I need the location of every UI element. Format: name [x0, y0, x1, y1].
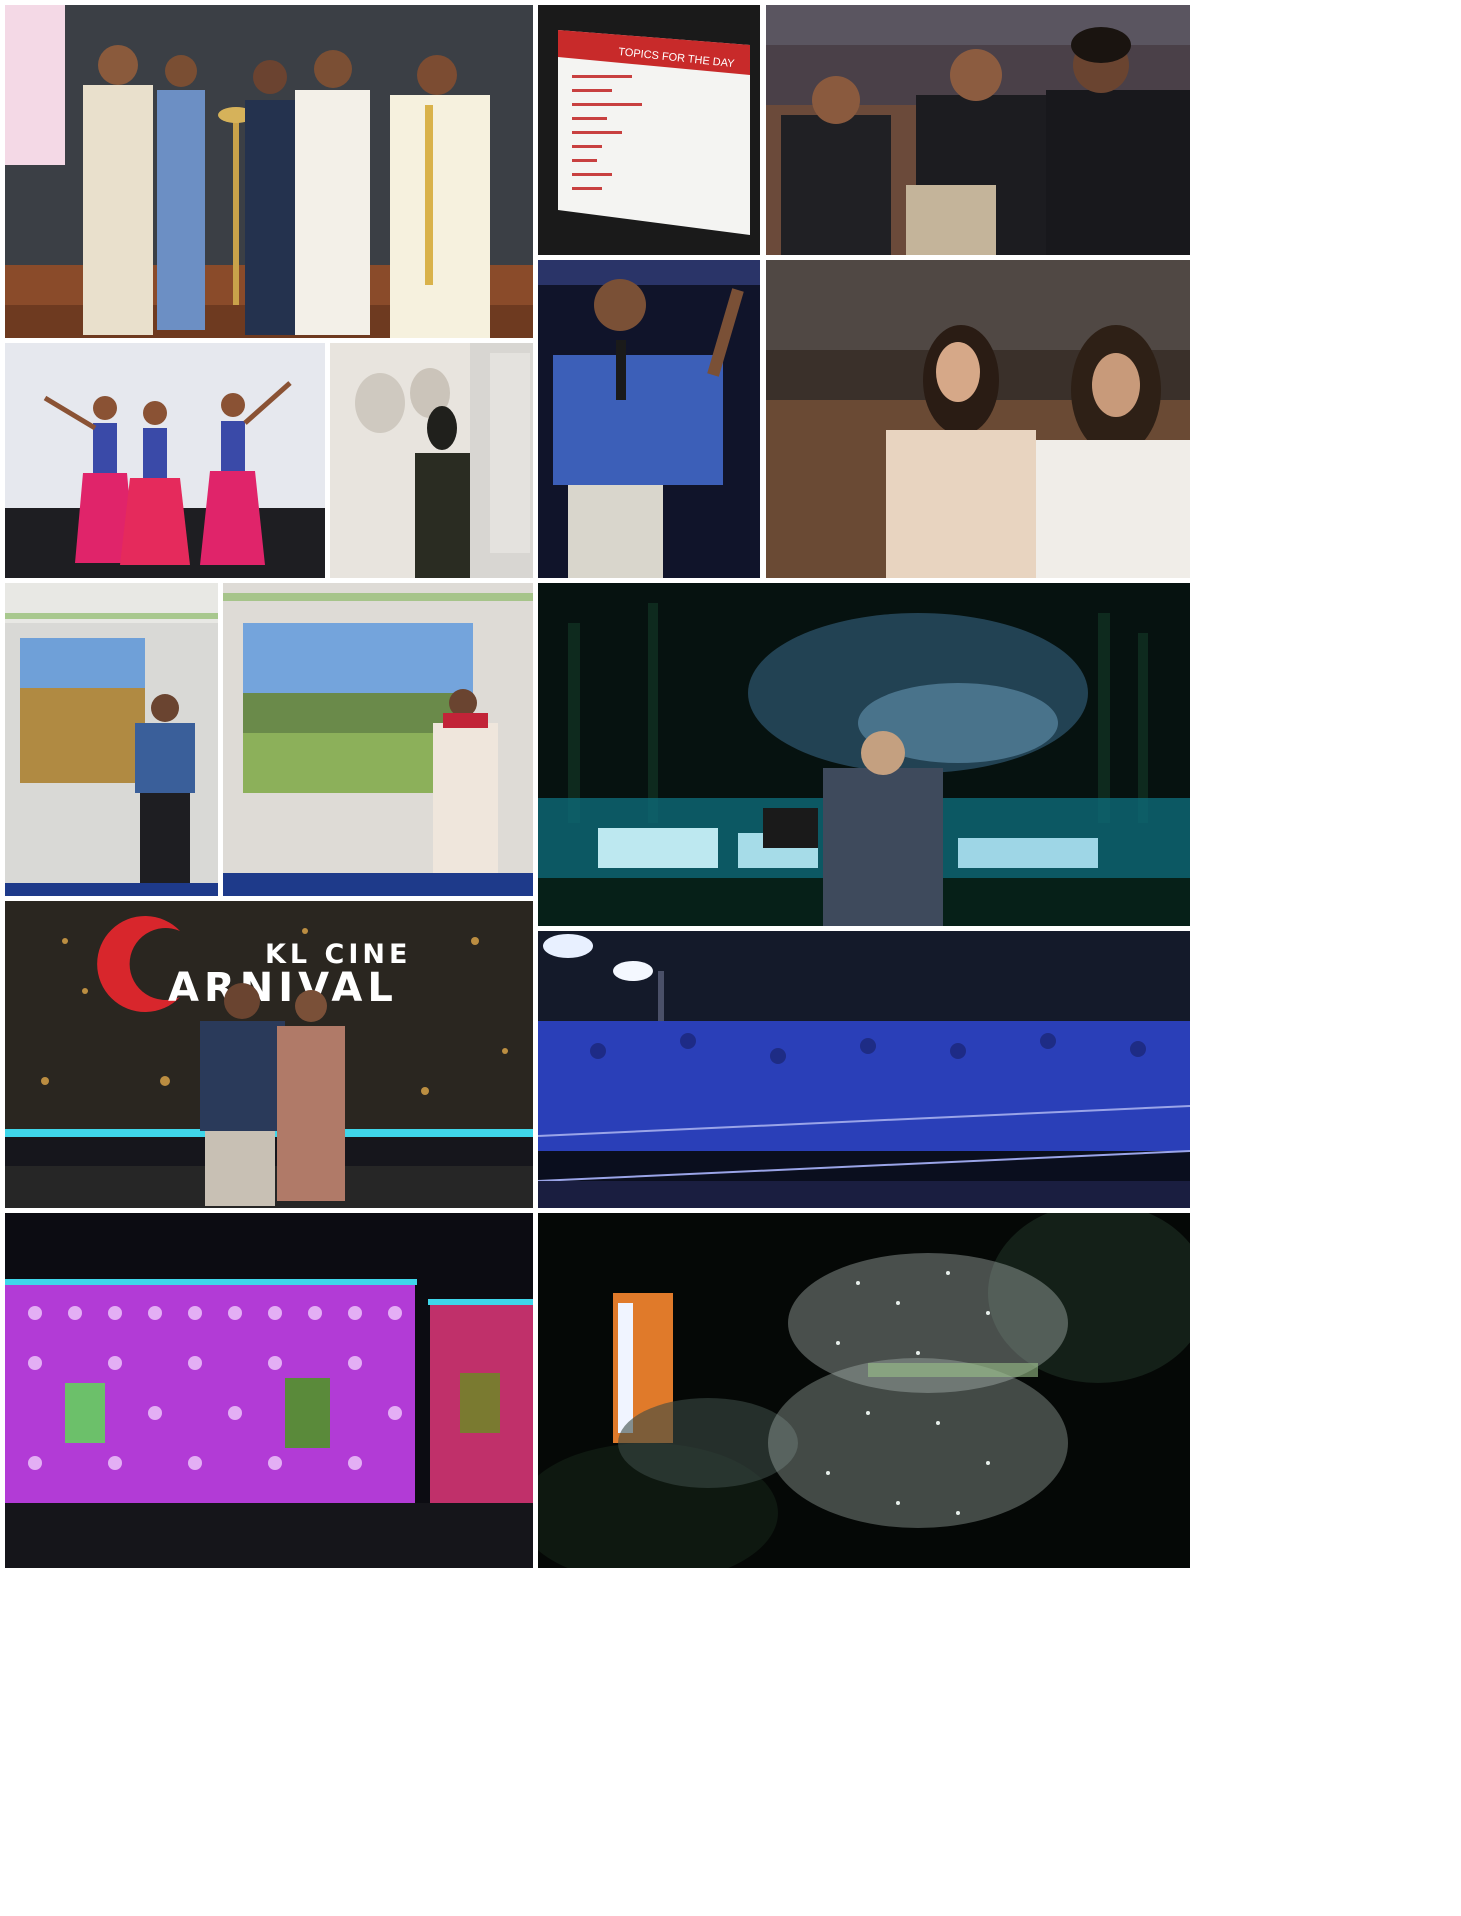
photo-dj-night: [538, 583, 1190, 926]
logo-line2: ARNIVAL: [168, 965, 398, 1011]
photo-topics-slide: TOPICS FOR THE DAY: [538, 5, 760, 255]
photo-inauguration: [5, 5, 533, 338]
photo-audience-men: [766, 5, 1190, 255]
photo-concert-crowd: [538, 931, 1190, 1208]
photo-man-presenter: [5, 583, 218, 896]
photo-kl-cine-carnival: KL CINE ARNIVAL: [5, 901, 533, 1208]
photo-woman-speaker: [330, 343, 533, 578]
photo-man-speaker: [538, 260, 760, 578]
photo-collage: TOPICS FOR THE DAY KL CINE ARNIVAL: [0, 0, 1461, 1916]
photo-classical-dancers: [5, 343, 325, 578]
photo-woman-presenter: [223, 583, 533, 896]
photo-aerial-night-crowd: [538, 1213, 1190, 1568]
photo-dancers-led-stage: [5, 1213, 533, 1568]
photo-audience-women: [766, 260, 1190, 578]
